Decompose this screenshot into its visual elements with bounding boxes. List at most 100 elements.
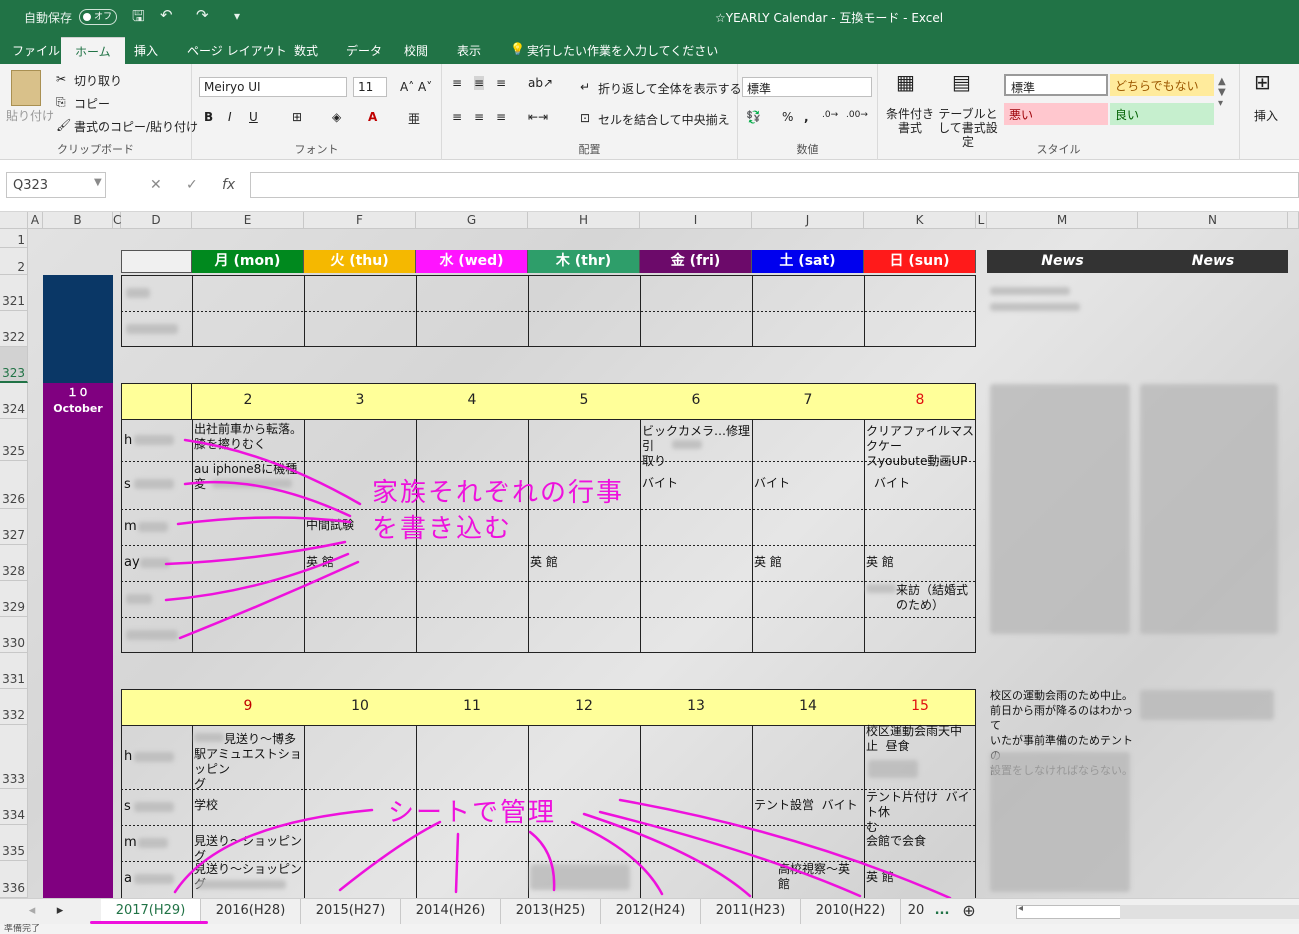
paste-icon[interactable] [11, 70, 41, 106]
scroll-right-icon[interactable]: ▸ [52, 899, 68, 924]
merge-icon[interactable]: ⊡ [580, 111, 590, 125]
cut-button[interactable]: 切り取り [74, 72, 122, 89]
cancel-icon[interactable]: ✕ [150, 177, 162, 193]
conditional-format-button[interactable]: 条件付き書式 [884, 107, 936, 135]
conditional-format-icon[interactable]: ▦ [896, 70, 915, 94]
copy-icon[interactable]: ⎘ [56, 95, 66, 110]
styles-group: ▦ 条件付き書式 ▤ テーブルとして書式設定 標準 どちらでもない 悪い 良い … [878, 64, 1240, 160]
alignment-group-label: 配置 [578, 143, 601, 156]
orientation-icon[interactable]: ab↗ [528, 76, 553, 90]
worksheet-grid[interactable]: A B C D E F G H I J K L M N 1 2 321 322 … [0, 212, 1299, 898]
border-icon[interactable]: ⊞ [292, 110, 302, 124]
percent-icon[interactable]: % [782, 110, 793, 124]
name-box-dropdown-icon[interactable]: ▼ [94, 177, 102, 188]
style-bad[interactable]: 悪い [1004, 103, 1108, 125]
alignment-group: ≡ ≡ ≡ ab↗ ↵ 折り返して全体を表示する ≡ ≡ ≡ ⇤⇥ ⊡ セルを結… [442, 64, 742, 160]
align-center-icon[interactable]: ≡ [474, 110, 484, 124]
formula-bar: Q323 ▼ ✕ ✓ fx [0, 160, 1299, 212]
style-good[interactable]: 良い [1110, 103, 1214, 125]
paste-button[interactable]: 貼り付け [6, 107, 54, 124]
phonetic-icon[interactable]: 亜 [408, 110, 420, 127]
more-sheets-button[interactable]: ... [931, 899, 953, 924]
bold-icon[interactable]: B [204, 110, 213, 124]
comma-icon[interactable]: , [804, 110, 809, 124]
sheet-tab[interactable]: 2010(H22) [801, 899, 901, 924]
insert-function-icon[interactable]: fx [222, 177, 235, 193]
format-as-table-icon[interactable]: ▤ [952, 70, 971, 94]
tab-insert[interactable]: 挿入 [134, 42, 158, 59]
italic-icon[interactable]: I [228, 110, 232, 124]
shrink-font-icon[interactable]: A˅ [418, 80, 432, 94]
format-painter-button[interactable]: 書式のコピー/貼り付け [74, 118, 198, 135]
format-painter-icon[interactable]: 🖌 [56, 118, 71, 132]
copy-button[interactable]: コピー [74, 95, 110, 112]
insert-cells-icon[interactable]: ⊞ [1254, 70, 1271, 94]
styles-scroll-icon[interactable]: ▲ ▼ ▾ [1218, 76, 1226, 109]
name-box[interactable]: Q323 [6, 172, 106, 198]
align-right-icon[interactable]: ≡ [496, 110, 506, 124]
sheet-tab[interactable]: 2012(H24) [601, 899, 701, 924]
add-sheet-icon[interactable]: ⊕ [958, 899, 980, 924]
annotation-text-events: 家族それぞれの行事 [372, 478, 625, 508]
status-bar: 準備完了 [0, 924, 1299, 934]
tab-home[interactable]: ホーム [61, 37, 125, 64]
font-name-select[interactable]: Meiryo UI [199, 77, 347, 97]
lightbulb-icon: 💡 [510, 42, 525, 56]
tab-review[interactable]: 校閲 [404, 42, 428, 59]
annotation-text-write: を書き込む [372, 514, 513, 544]
merge-center-button[interactable]: セルを結合して中央揃え [598, 111, 730, 128]
grow-font-icon[interactable]: A˄ [400, 80, 414, 94]
style-neutral[interactable]: どちらでもない [1110, 74, 1214, 96]
ribbon: 貼り付け ✂ 切り取り ⎘ コピー 🖌 書式のコピー/貼り付け クリップボード … [0, 64, 1299, 160]
number-format-select[interactable]: 標準 [742, 77, 872, 97]
sheet-tab[interactable]: 2011(H23) [701, 899, 801, 924]
wrap-text-icon[interactable]: ↵ [580, 80, 590, 94]
window-title: ☆YEARLY Calendar - 互換モード - Excel [715, 11, 944, 25]
tab-view[interactable]: 表示 [457, 42, 481, 59]
sheet-tab[interactable]: 2016(H28) [201, 899, 301, 924]
insert-cells-button[interactable]: 挿入 [1254, 107, 1278, 124]
decrease-decimal-icon[interactable]: .00→ [846, 110, 868, 120]
number-group: 標準 💱 % , .0→ .00→ 数値 [738, 64, 878, 160]
annotation-strokes [164, 438, 952, 898]
fill-color-icon[interactable]: ◈ [332, 110, 341, 124]
scroll-left-arrow-icon[interactable]: ◂ [1018, 903, 1023, 914]
scissors-icon[interactable]: ✂ [56, 72, 66, 86]
autosave-label: 自動保存 [24, 11, 73, 25]
customize-qat-icon[interactable]: ▾ [234, 9, 240, 23]
increase-decimal-icon[interactable]: .0→ [822, 110, 838, 120]
tab-data[interactable]: データ [346, 42, 382, 59]
undo-icon[interactable]: ↶ [160, 6, 173, 24]
align-top-icon[interactable]: ≡ [452, 76, 462, 90]
tab-formulas[interactable]: 数式 [294, 42, 318, 59]
sheet-tab[interactable]: 2014(H26) [401, 899, 501, 924]
formula-input[interactable] [250, 172, 1299, 198]
tab-page-layout[interactable]: ページ レイアウト [187, 42, 287, 59]
font-size-select[interactable]: 11 [353, 77, 387, 97]
tab-file[interactable]: ファイル [12, 42, 60, 59]
autosave-toggle[interactable]: オフ [79, 9, 117, 25]
sheet-tab[interactable]: 20 [901, 899, 931, 924]
scrollbar-thumb[interactable] [1120, 905, 1299, 919]
underline-icon[interactable]: U [249, 110, 258, 124]
currency-icon[interactable]: 💱 [746, 110, 761, 124]
save-icon[interactable]: 🖫 [132, 6, 145, 31]
enter-icon[interactable]: ✓ [186, 177, 198, 193]
sheet-tab[interactable]: 2015(H27) [301, 899, 401, 924]
align-middle-icon[interactable]: ≡ [474, 76, 485, 90]
align-bottom-icon[interactable]: ≡ [496, 76, 506, 90]
indent-icon[interactable]: ⇤⇥ [528, 110, 548, 124]
title-bar: 自動保存 オフ 🖫 ↶ ↷ ▾ ☆YEARLY Calendar - 互換モード… [0, 0, 1299, 34]
font-group: Meiryo UI 11 A˄ A˅ B I U ⊞ ◈ A 亜 フォント [192, 64, 442, 160]
tell-me-search[interactable]: 実行したい作業を入力してください [527, 42, 718, 59]
align-left-icon[interactable]: ≡ [452, 110, 462, 124]
font-group-label: フォント [294, 143, 339, 156]
wrap-text-button[interactable]: 折り返して全体を表示する [598, 80, 742, 97]
font-color-icon[interactable]: A [368, 110, 377, 124]
annotation-text-sheets: シートで管理 [388, 798, 557, 828]
style-normal[interactable]: 標準 [1004, 74, 1108, 96]
scroll-left-icon[interactable]: ◂ [24, 899, 40, 924]
clipboard-group: 貼り付け ✂ 切り取り ⎘ コピー 🖌 書式のコピー/貼り付け クリップボード [0, 64, 198, 160]
redo-icon[interactable]: ↷ [196, 6, 209, 24]
sheet-tab[interactable]: 2013(H25) [501, 899, 601, 924]
